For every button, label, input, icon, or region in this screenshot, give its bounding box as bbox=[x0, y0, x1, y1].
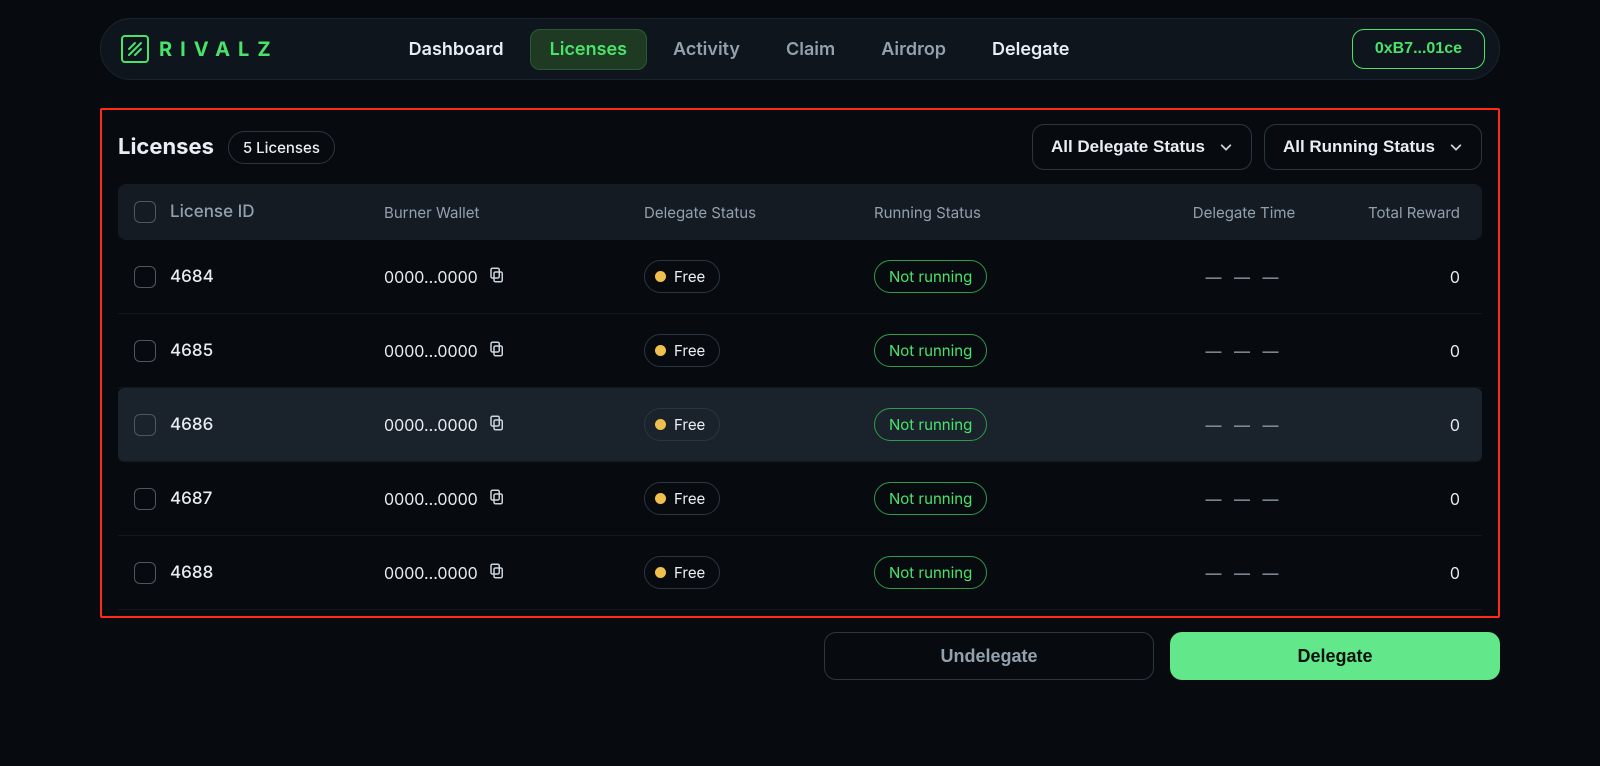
running-status-badge: Not running bbox=[874, 334, 987, 367]
chevron-down-icon bbox=[1449, 140, 1463, 154]
col-total-reward: Total Reward bbox=[1354, 203, 1466, 222]
wallet-button[interactable]: 0xB7...01ce bbox=[1352, 29, 1485, 69]
row-checkbox[interactable] bbox=[134, 562, 156, 584]
delegate-status-text: Free bbox=[674, 415, 705, 434]
page-title: Licenses bbox=[118, 134, 214, 160]
running-status-badge: Not running bbox=[874, 556, 987, 589]
delegate-status-text: Free bbox=[674, 341, 705, 360]
col-delegate-time: Delegate Time bbox=[1134, 203, 1354, 222]
filter-running-status[interactable]: All Running Status bbox=[1264, 124, 1482, 170]
licenses-table: License ID Burner Wallet Delegate Status… bbox=[106, 184, 1494, 616]
status-dot-icon bbox=[655, 493, 666, 504]
card-head: Licenses 5 Licenses All Delegate Status … bbox=[106, 120, 1494, 184]
total-reward: 0 bbox=[1354, 489, 1466, 509]
licenses-card: Licenses 5 Licenses All Delegate Status … bbox=[100, 108, 1500, 618]
table-row: 4688 0000...0000 Free Not running — — —0 bbox=[118, 536, 1482, 610]
col-burner: Burner Wallet bbox=[384, 203, 644, 222]
license-id: 4684 bbox=[170, 267, 214, 287]
col-delegate-status: Delegate Status bbox=[644, 203, 874, 222]
total-reward: 0 bbox=[1354, 267, 1466, 287]
nav-item-airdrop[interactable]: Airdrop bbox=[861, 29, 966, 70]
row-checkbox[interactable] bbox=[134, 488, 156, 510]
footer-actions: Undelegate Delegate bbox=[100, 632, 1500, 680]
status-dot-icon bbox=[655, 567, 666, 578]
delegate-time: — — — bbox=[1134, 415, 1354, 435]
nav-item-licenses[interactable]: Licenses bbox=[530, 29, 647, 70]
row-checkbox[interactable] bbox=[134, 266, 156, 288]
copy-icon[interactable] bbox=[488, 340, 506, 362]
burner-wallet: 0000...0000 bbox=[384, 489, 478, 509]
delegate-status-badge: Free bbox=[644, 556, 720, 589]
delegate-time: — — — bbox=[1134, 489, 1354, 509]
delegate-status-text: Free bbox=[674, 489, 705, 508]
delegate-status-badge: Free bbox=[644, 482, 720, 515]
delegate-status-badge: Free bbox=[644, 260, 720, 293]
col-license-id: License ID bbox=[170, 202, 255, 222]
nav-item-delegate[interactable]: Delegate bbox=[972, 29, 1089, 70]
license-id: 4685 bbox=[170, 341, 213, 361]
status-dot-icon bbox=[655, 345, 666, 356]
filter-delegate-status[interactable]: All Delegate Status bbox=[1032, 124, 1252, 170]
delegate-status-badge: Free bbox=[644, 408, 720, 441]
nav-item-dashboard[interactable]: Dashboard bbox=[389, 29, 524, 70]
nav-item-claim[interactable]: Claim bbox=[766, 29, 855, 70]
delegate-time: — — — bbox=[1134, 341, 1354, 361]
total-reward: 0 bbox=[1354, 563, 1466, 583]
running-status-badge: Not running bbox=[874, 482, 987, 515]
table-row: 4684 0000...0000 Free Not running — — —0 bbox=[118, 240, 1482, 314]
status-dot-icon bbox=[655, 419, 666, 430]
running-status-badge: Not running bbox=[874, 260, 987, 293]
delegate-status-text: Free bbox=[674, 563, 705, 582]
brand-logo: RIVALZ bbox=[121, 35, 279, 63]
filter-delegate-status-label: All Delegate Status bbox=[1051, 137, 1205, 157]
row-checkbox[interactable] bbox=[134, 414, 156, 436]
col-running-status: Running Status bbox=[874, 203, 1134, 222]
delegate-time: — — — bbox=[1134, 267, 1354, 287]
burner-wallet: 0000...0000 bbox=[384, 563, 478, 583]
total-reward: 0 bbox=[1354, 341, 1466, 361]
table-row: 4687 0000...0000 Free Not running — — —0 bbox=[118, 462, 1482, 536]
copy-icon[interactable] bbox=[488, 266, 506, 288]
total-reward: 0 bbox=[1354, 415, 1466, 435]
nav-item-activity[interactable]: Activity bbox=[653, 29, 760, 70]
brand-name: RIVALZ bbox=[159, 37, 279, 61]
row-checkbox[interactable] bbox=[134, 340, 156, 362]
table-row: 4686 0000...0000 Free Not running — — —0 bbox=[118, 388, 1482, 462]
status-dot-icon bbox=[655, 271, 666, 282]
license-id: 4686 bbox=[170, 415, 213, 435]
topbar: RIVALZ DashboardLicensesActivityClaimAir… bbox=[100, 18, 1500, 80]
copy-icon[interactable] bbox=[488, 414, 506, 436]
delegate-time: — — — bbox=[1134, 563, 1354, 583]
license-id: 4688 bbox=[170, 563, 213, 583]
table-row: 4685 0000...0000 Free Not running — — —0 bbox=[118, 314, 1482, 388]
chevron-down-icon bbox=[1219, 140, 1233, 154]
license-count-badge: 5 Licenses bbox=[228, 131, 335, 164]
select-all-checkbox[interactable] bbox=[134, 201, 156, 223]
burner-wallet: 0000...0000 bbox=[384, 267, 478, 287]
running-status-badge: Not running bbox=[874, 408, 987, 441]
burner-wallet: 0000...0000 bbox=[384, 341, 478, 361]
copy-icon[interactable] bbox=[488, 488, 506, 510]
license-id: 4687 bbox=[170, 489, 212, 509]
delegate-button[interactable]: Delegate bbox=[1170, 632, 1500, 680]
delegate-status-badge: Free bbox=[644, 334, 720, 367]
main-nav: DashboardLicensesActivityClaimAirdropDel… bbox=[389, 29, 1090, 70]
copy-icon[interactable] bbox=[488, 562, 506, 584]
undelegate-button[interactable]: Undelegate bbox=[824, 632, 1154, 680]
burner-wallet: 0000...0000 bbox=[384, 415, 478, 435]
table-header-row: License ID Burner Wallet Delegate Status… bbox=[118, 184, 1482, 240]
brand-mark-icon bbox=[121, 35, 149, 63]
delegate-status-text: Free bbox=[674, 267, 705, 286]
filter-running-status-label: All Running Status bbox=[1283, 137, 1435, 157]
